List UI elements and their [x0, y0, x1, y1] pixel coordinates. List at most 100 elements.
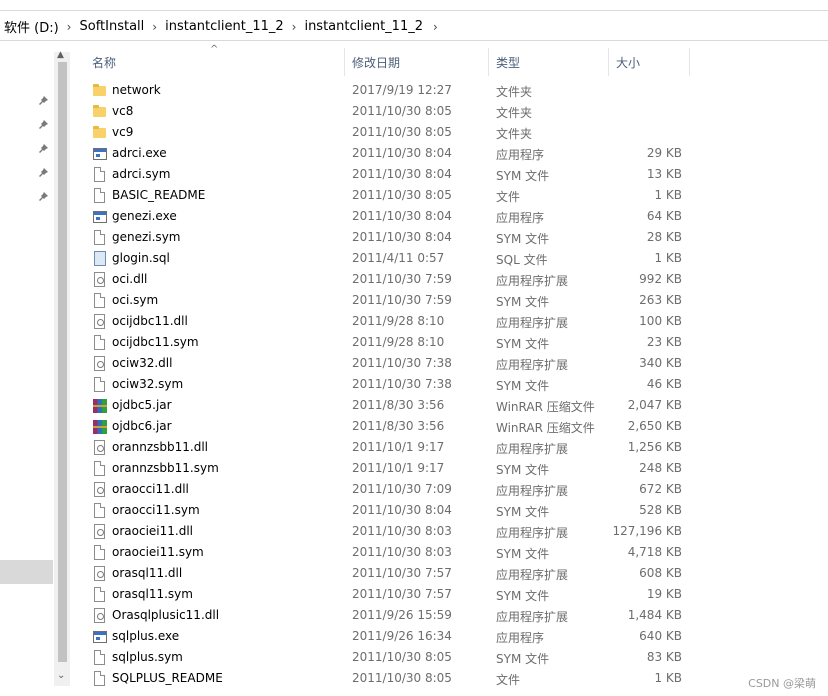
nav-selected-item[interactable]: [0, 560, 53, 584]
chevron-right-icon[interactable]: ›: [433, 20, 438, 34]
scrollbar-thumb[interactable]: [58, 62, 67, 662]
file-row[interactable]: network 2017/9/19 12:27 文件夹: [82, 80, 690, 101]
file-name: adrci.exe: [112, 146, 167, 160]
watermark: CSDN @梁萌: [748, 677, 816, 690]
file-row[interactable]: orannzsbb11.sym 2011/10/1 9:17 SYM 文件 248 K…: [82, 458, 690, 479]
file-name: ocijdbc11.sym: [112, 335, 199, 349]
column-type[interactable]: 类型: [496, 54, 520, 71]
breadcrumb-drive[interactable]: 软件 (D:): [4, 17, 59, 36]
file-date: 2011/10/30 8:05: [352, 650, 452, 664]
sort-ascending-icon: ^: [210, 44, 219, 55]
exe-icon: [92, 146, 108, 162]
file-row[interactable]: oraocci11.dll 2011/10/30 7:09 应用程序扩展 672 KB: [82, 479, 690, 500]
breadcrumb[interactable]: 软件 (D:) › SoftInstall › instantclient_11…: [4, 17, 438, 36]
file-type: 文件夹: [496, 85, 533, 99]
file-date: 2011/10/30 8:04: [352, 167, 452, 181]
scroll-up-icon[interactable]: ▲: [57, 50, 64, 60]
file-type: 应用程序: [496, 631, 545, 645]
file-type: 应用程序扩展: [496, 358, 569, 372]
file-row[interactable]: oraocci11.sym 2011/10/30 8:04 SYM 文件 528 KB: [82, 500, 690, 521]
file-name: orannzsbb11.sym: [112, 461, 219, 475]
chevron-right-icon[interactable]: ›: [292, 20, 297, 34]
file-row[interactable]: sqlplus.sym 2011/10/30 8:05 SYM 文件 83 KB: [82, 647, 690, 668]
file-row[interactable]: BASIC_README 2011/10/30 8:05 文件 1 KB: [82, 185, 690, 206]
file-row[interactable]: genezi.sym 2011/10/30 8:04 SYM 文件 28 KB: [82, 227, 690, 248]
nav-scrollbar[interactable]: ▲ ⌄: [54, 50, 70, 686]
file-row[interactable]: orasql11.dll 2011/10/30 7:57 应用程序扩展 608 KB: [82, 563, 690, 584]
file-row[interactable]: ocijdbc11.sym 2011/9/28 8:10 SYM 文件 23 KB: [82, 332, 690, 353]
column-name[interactable]: 名称: [92, 54, 116, 71]
column-date[interactable]: 修改日期: [352, 54, 400, 71]
file-date: 2011/10/30 8:03: [352, 524, 452, 538]
file-row[interactable]: adrci.sym 2011/10/30 8:04 SYM 文件 13 KB: [82, 164, 690, 185]
file-type: SYM 文件: [496, 337, 550, 351]
column-divider[interactable]: [689, 48, 690, 76]
file-row[interactable]: ocijdbc11.dll 2011/9/28 8:10 应用程序扩展 100 KB: [82, 311, 690, 332]
file-type: SYM 文件: [496, 169, 550, 183]
file-type: 文件: [496, 673, 521, 687]
breadcrumb-softinstall[interactable]: SoftInstall: [79, 19, 144, 34]
file-name: ocijdbc11.dll: [112, 314, 188, 328]
file-name: ociw32.sym: [112, 377, 184, 391]
file-name: oraociei11.sym: [112, 545, 204, 559]
file-type: SYM 文件: [496, 505, 550, 519]
file-name: genezi.exe: [112, 209, 177, 223]
breadcrumb-instantclient-current[interactable]: instantclient_11_2: [304, 19, 423, 34]
file-row[interactable]: ojdbc5.jar 2011/8/30 3:56 WinRAR 压缩文件 2,047…: [82, 395, 690, 416]
file-size: 528 KB: [639, 503, 682, 517]
file-list[interactable]: network 2017/9/19 12:27 文件夹 vc8 2011/10/30 8…: [82, 80, 690, 689]
dll-icon: [92, 524, 108, 540]
file-row[interactable]: vc8 2011/10/30 8:05 文件夹: [82, 101, 690, 122]
file-row[interactable]: ociw32.dll 2011/10/30 7:38 应用程序扩展 340 KB: [82, 353, 690, 374]
file-size: 640 KB: [639, 629, 682, 643]
file-row[interactable]: oraociei11.dll 2011/10/30 8:03 应用程序扩展 127,1…: [82, 521, 690, 542]
column-divider[interactable]: [344, 48, 345, 76]
file-icon: [92, 167, 108, 183]
chevron-right-icon[interactable]: ›: [152, 20, 157, 34]
file-type: SQL 文件: [496, 253, 548, 267]
file-row[interactable]: oci.sym 2011/10/30 7:59 SYM 文件 263 KB: [82, 290, 690, 311]
file-row[interactable]: genezi.exe 2011/10/30 8:04 应用程序 64 KB: [82, 206, 690, 227]
address-bar[interactable]: 软件 (D:) › SoftInstall › instantclient_11…: [0, 0, 828, 48]
file-row[interactable]: sqlplus.exe 2011/9/26 16:34 应用程序 640 KB: [82, 626, 690, 647]
file-row[interactable]: ociw32.sym 2011/10/30 7:38 SYM 文件 46 KB: [82, 374, 690, 395]
file-type: WinRAR 压缩文件: [496, 400, 595, 414]
pin-icon: [39, 96, 48, 105]
file-icon: [92, 293, 108, 309]
file-row[interactable]: oci.dll 2011/10/30 7:59 应用程序扩展 992 KB: [82, 269, 690, 290]
file-row[interactable]: Orasqlplusic11.dll 2011/9/26 15:59 应用程序扩展 1…: [82, 605, 690, 626]
file-row[interactable]: orasql11.sym 2011/10/30 7:57 SYM 文件 19 KB: [82, 584, 690, 605]
file-row[interactable]: oraociei11.sym 2011/10/30 8:03 SYM 文件 4,718…: [82, 542, 690, 563]
file-name: network: [112, 83, 161, 97]
file-icon: [92, 335, 108, 351]
file-date: 2011/10/30 8:05: [352, 104, 452, 118]
file-type: 应用程序扩展: [496, 484, 569, 498]
file-size: 64 KB: [646, 209, 682, 223]
file-row[interactable]: orannzsbb11.dll 2011/10/1 9:17 应用程序扩展 1,256…: [82, 437, 690, 458]
file-type: SYM 文件: [496, 295, 550, 309]
file-size: 19 KB: [646, 587, 682, 601]
navigation-pane[interactable]: ▲ ⌄: [0, 48, 70, 696]
file-date: 2011/8/30 3:56: [352, 398, 445, 412]
exe-icon: [92, 629, 108, 645]
file-name: orasql11.sym: [112, 587, 193, 601]
pin-icon: [39, 120, 48, 129]
breadcrumb-instantclient-parent[interactable]: instantclient_11_2: [165, 19, 284, 34]
file-row[interactable]: adrci.exe 2011/10/30 8:04 应用程序 29 KB: [82, 143, 690, 164]
file-type: 应用程序: [496, 148, 545, 162]
column-divider[interactable]: [608, 48, 609, 76]
file-row[interactable]: SQLPLUS_README 2011/10/30 8:05 文件 1 KB: [82, 668, 690, 689]
column-size[interactable]: 大小: [616, 54, 640, 71]
file-row[interactable]: ojdbc6.jar 2011/8/30 3:56 WinRAR 压缩文件 2,650…: [82, 416, 690, 437]
file-date: 2011/9/28 8:10: [352, 314, 445, 328]
file-row[interactable]: vc9 2011/10/30 8:05 文件夹: [82, 122, 690, 143]
file-date: 2011/10/30 8:05: [352, 125, 452, 139]
file-type: 文件夹: [496, 127, 533, 141]
file-row[interactable]: glogin.sql 2011/4/11 0:57 SQL 文件 1 KB: [82, 248, 690, 269]
dll-icon: [92, 356, 108, 372]
file-size: 1,484 KB: [627, 608, 682, 622]
column-divider[interactable]: [488, 48, 489, 76]
scroll-down-icon[interactable]: ⌄: [57, 670, 65, 681]
folder-icon: [92, 104, 108, 120]
chevron-right-icon[interactable]: ›: [67, 20, 72, 34]
